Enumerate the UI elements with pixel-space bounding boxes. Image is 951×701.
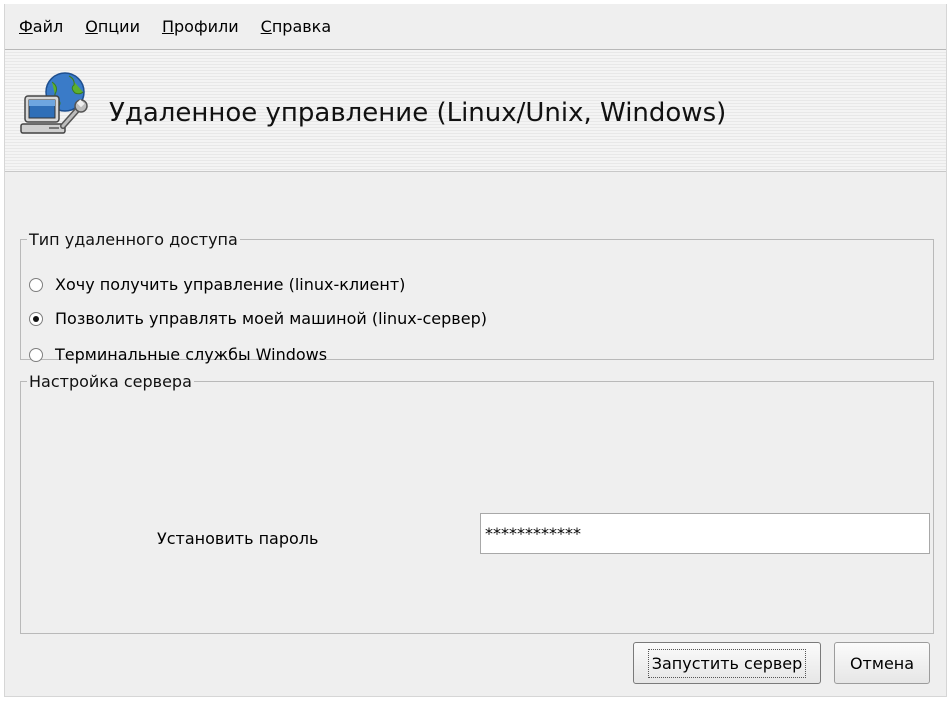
- header-banner: Удаленное управление (Linux/Unix, Window…: [5, 50, 946, 172]
- remote-control-computer-icon: [20, 72, 88, 134]
- remote-access-type-legend: Тип удаленного доступа: [29, 230, 238, 249]
- remote-access-type-group: Тип удаленного доступа Хочу получить упр…: [20, 230, 934, 364]
- password-field[interactable]: [480, 513, 930, 554]
- start-server-button[interactable]: Запустить сервер: [633, 642, 821, 684]
- radio-label: Позволить управлять моей машиной (linux-…: [55, 309, 487, 328]
- menu-file[interactable]: Файл: [19, 17, 63, 36]
- radio-button[interactable]: [29, 277, 43, 292]
- menu-help[interactable]: Справка: [261, 17, 332, 36]
- radio-button-selected[interactable]: [29, 311, 43, 326]
- menu-profiles[interactable]: Профили: [162, 17, 239, 36]
- radio-button[interactable]: [29, 347, 43, 362]
- start-server-label: Запустить сервер: [647, 648, 807, 678]
- page-title: Удаленное управление (Linux/Unix, Window…: [109, 98, 727, 128]
- cancel-button[interactable]: Отмена: [834, 642, 930, 684]
- radio-label: Хочу получить управление (linux-клиент): [55, 275, 406, 294]
- server-settings-group: Настройка сервера Установить пароль: [20, 372, 934, 634]
- radio-linux-server[interactable]: Позволить управлять моей машиной (linux-…: [29, 309, 487, 328]
- menu-options[interactable]: Опции: [85, 17, 140, 36]
- radio-windows-terminal[interactable]: Терминальные службы Windows: [29, 345, 327, 364]
- radio-linux-client[interactable]: Хочу получить управление (linux-клиент): [29, 275, 405, 294]
- radio-label: Терминальные службы Windows: [55, 345, 328, 364]
- app-window: Файл Опции Профили Справка Удаленное упр…: [4, 4, 947, 697]
- radio-selected-dot: [33, 315, 39, 322]
- set-password-label: Установить пароль: [157, 529, 319, 548]
- menu-bar: Файл Опции Профили Справка: [5, 4, 946, 50]
- server-settings-legend: Настройка сервера: [29, 372, 192, 391]
